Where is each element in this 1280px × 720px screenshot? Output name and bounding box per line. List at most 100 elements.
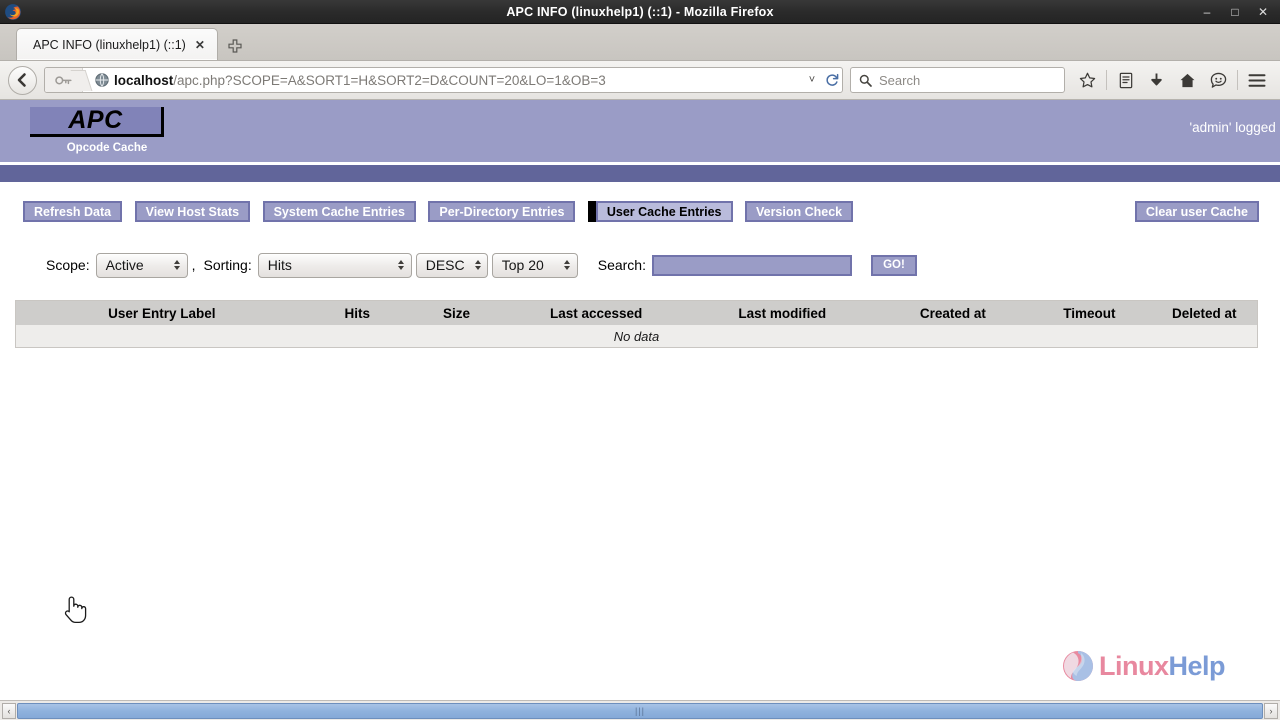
tab-strip: APC INFO (linuxhelp1) (::1) ✕ xyxy=(0,24,1280,61)
clear-user-cache-button[interactable]: Clear user Cache xyxy=(1134,201,1259,222)
menu-button-user-cache-entries[interactable]: User Cache Entries xyxy=(587,201,733,222)
url-text[interactable]: localhost/apc.php?SCOPE=A&SORT1=H&SORT2=… xyxy=(114,73,802,88)
apc-logo-text: APC xyxy=(68,106,123,134)
chevron-updown-icon xyxy=(164,260,187,270)
column-header-user-entry-label[interactable]: User Entry Label xyxy=(16,301,308,325)
search-icon xyxy=(859,74,872,87)
column-header-last-modified[interactable]: Last modified xyxy=(686,301,879,325)
linuxhelp-swirl-icon xyxy=(1062,651,1093,681)
home-glyph xyxy=(1180,73,1195,87)
menu-button-refresh-data[interactable]: Refresh Data xyxy=(23,201,123,222)
browser-tab[interactable]: APC INFO (linuxhelp1) (::1) ✕ xyxy=(16,28,218,60)
linuxhelp-wordmark: LinuxHelp xyxy=(1098,650,1226,682)
cache-entries-table: User Entry Label Hits Size Last accessed… xyxy=(16,301,1257,347)
home-icon[interactable] xyxy=(1172,66,1203,95)
sort-direction-select[interactable]: DESC xyxy=(415,252,488,278)
hamburger-glyph xyxy=(1248,73,1265,87)
header-accent-bar xyxy=(0,165,1280,182)
controls-comma: , xyxy=(191,257,196,273)
count-select[interactable]: Top 20 xyxy=(491,252,578,278)
table-row: No data xyxy=(16,325,1257,347)
mouse-cursor-pointer-icon xyxy=(64,596,87,624)
linuxhelp-word-linux: Linux xyxy=(1098,650,1169,681)
hamburger-menu-icon[interactable] xyxy=(1241,66,1272,95)
browser-search-box[interactable]: Search xyxy=(850,67,1065,93)
identity-box[interactable] xyxy=(45,68,83,92)
menu-button-view-host-stats[interactable]: View Host Stats xyxy=(134,201,251,222)
scope-select-value: Active xyxy=(105,257,144,273)
browser-search-placeholder: Search xyxy=(879,72,921,88)
column-header-last-accessed[interactable]: Last accessed xyxy=(506,301,687,325)
page-content: APC Opcode Cache 'admin' logged in Refre… xyxy=(0,100,1280,700)
linuxhelp-word-help: Help xyxy=(1168,650,1225,681)
plus-icon xyxy=(228,39,242,53)
close-icon[interactable]: ✕ xyxy=(195,38,205,52)
window-title: APC INFO (linuxhelp1) (::1) - Mozilla Fi… xyxy=(506,4,774,19)
filter-controls-row: Scope: Active , Sorting: Hits DESC Top 2… xyxy=(0,252,1280,278)
new-tab-button[interactable] xyxy=(220,32,250,60)
apc-logo: APC xyxy=(30,106,164,137)
apc-menu-row: Refresh Data View Host Stats System Cach… xyxy=(0,201,1280,225)
star-glyph xyxy=(1079,72,1096,87)
scope-select[interactable]: Active xyxy=(95,252,188,278)
navigation-toolbar: localhost/apc.php?SCOPE=A&SORT1=H&SORT2=… xyxy=(0,61,1280,100)
downloads-icon[interactable] xyxy=(1141,66,1172,95)
go-button[interactable]: GO! xyxy=(870,254,917,276)
close-button[interactable]: ✕ xyxy=(1256,6,1270,18)
apc-header-banner: APC Opcode Cache 'admin' logged in xyxy=(0,100,1280,162)
browser-tab-label: APC INFO (linuxhelp1) (::1) xyxy=(33,37,186,52)
window-controls: – □ ✕ xyxy=(1200,6,1280,18)
globe-icon xyxy=(95,73,109,87)
back-arrow-icon xyxy=(17,73,26,87)
sort-direction-select-value: DESC xyxy=(425,257,465,273)
count-select-value: Top 20 xyxy=(501,257,544,273)
maximize-button[interactable]: □ xyxy=(1228,6,1242,18)
horizontal-scrollbar[interactable]: ‹ ||| › xyxy=(0,700,1280,720)
column-header-timeout[interactable]: Timeout xyxy=(1027,301,1152,325)
scope-label: Scope: xyxy=(46,257,90,273)
minimize-button[interactable]: – xyxy=(1200,6,1214,18)
column-header-hits[interactable]: Hits xyxy=(307,301,407,325)
reader-glyph xyxy=(1119,72,1132,88)
scroll-left-button[interactable]: ‹ xyxy=(2,702,16,719)
logged-in-status: 'admin' logged in xyxy=(1189,120,1280,135)
empty-state-message: No data xyxy=(16,325,1257,347)
menu-button-system-cache-entries[interactable]: System Cache Entries xyxy=(262,201,416,222)
toolbar-divider xyxy=(1106,70,1107,90)
table-header-row: User Entry Label Hits Size Last accessed… xyxy=(16,301,1257,325)
chevron-updown-icon xyxy=(465,260,488,270)
toolbar-icons xyxy=(1072,66,1272,95)
search-label: Search: xyxy=(597,257,646,273)
column-header-created-at[interactable]: Created at xyxy=(878,301,1028,325)
chat-smiley-icon[interactable] xyxy=(1203,66,1234,95)
download-arrow-glyph xyxy=(1151,72,1162,85)
reader-list-icon[interactable] xyxy=(1110,66,1141,95)
column-header-size[interactable]: Size xyxy=(406,301,507,325)
menu-button-version-check[interactable]: Version Check xyxy=(744,201,854,222)
reload-glyph xyxy=(826,73,839,86)
menu-button-per-directory-entries[interactable]: Per-Directory Entries xyxy=(428,201,576,222)
firefox-logo-icon xyxy=(5,3,21,20)
bookmark-star-icon[interactable] xyxy=(1072,66,1103,95)
chevron-updown-icon xyxy=(388,260,411,270)
back-button[interactable] xyxy=(8,65,37,95)
toolbar-divider xyxy=(1237,70,1238,90)
key-icon xyxy=(55,75,72,84)
url-host: localhost xyxy=(114,72,174,88)
apc-logo-subtitle: Opcode Cache xyxy=(66,142,148,154)
column-header-deleted-at[interactable]: Deleted at xyxy=(1151,301,1257,325)
chevron-updown-icon xyxy=(554,260,577,270)
linuxhelp-logo: LinuxHelp xyxy=(1061,649,1225,683)
sort-field-select[interactable]: Hits xyxy=(257,252,412,278)
window-titlebar: APC INFO (linuxhelp1) (::1) - Mozilla Fi… xyxy=(0,0,1280,24)
url-bar[interactable]: localhost/apc.php?SCOPE=A&SORT1=H&SORT2=… xyxy=(44,67,843,93)
user-cache-table: User Entry Label Hits Size Last accessed… xyxy=(15,300,1258,348)
scroll-right-button[interactable]: › xyxy=(1264,702,1278,719)
sorting-label: Sorting: xyxy=(203,257,252,273)
chevron-down-icon[interactable]: ˅ xyxy=(802,74,822,86)
scrollbar-thumb[interactable]: ||| xyxy=(17,702,1263,719)
smiley-glyph xyxy=(1210,72,1227,88)
url-path: /apc.php?SCOPE=A&SORT1=H&SORT2=D&COUNT=2… xyxy=(173,72,606,88)
search-input[interactable] xyxy=(651,254,852,276)
reload-icon[interactable] xyxy=(822,73,842,87)
